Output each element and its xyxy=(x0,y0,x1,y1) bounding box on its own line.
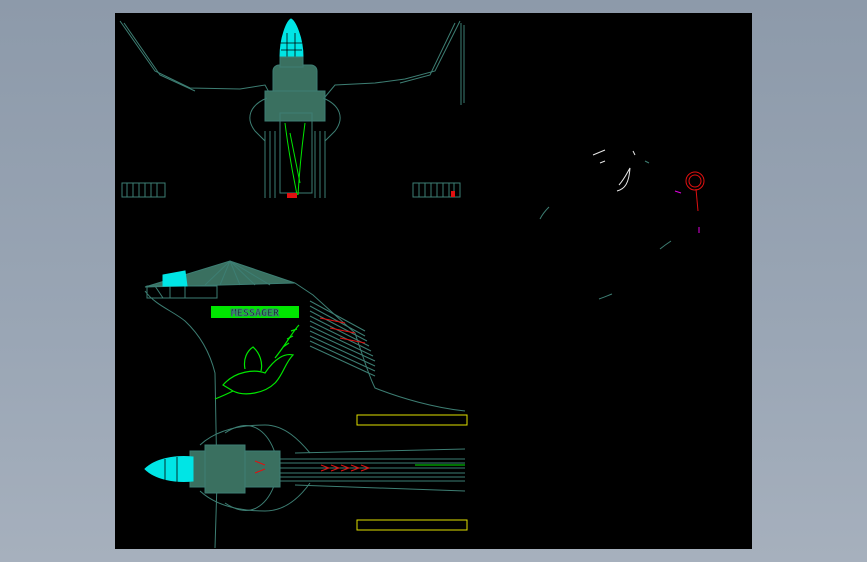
landing-gear-left xyxy=(121,182,166,198)
dove-emblem xyxy=(214,324,300,400)
detail-view xyxy=(539,149,705,300)
fuselage-plan xyxy=(189,424,466,512)
red-circle-detail xyxy=(685,171,705,212)
panel-lettering: MESSAGER xyxy=(231,308,280,319)
nose-cone-side xyxy=(144,456,194,482)
cad-drawing-canvas[interactable]: MESSAGER xyxy=(115,13,752,549)
nose-cone-top xyxy=(279,18,304,68)
top-view xyxy=(119,18,465,198)
cad-drawing: MESSAGER xyxy=(119,18,705,549)
lettering-panel: MESSAGER xyxy=(211,306,299,320)
side-view: MESSAGER xyxy=(144,260,468,549)
landing-gear-right xyxy=(412,182,461,198)
inlet-ramp xyxy=(309,300,376,377)
